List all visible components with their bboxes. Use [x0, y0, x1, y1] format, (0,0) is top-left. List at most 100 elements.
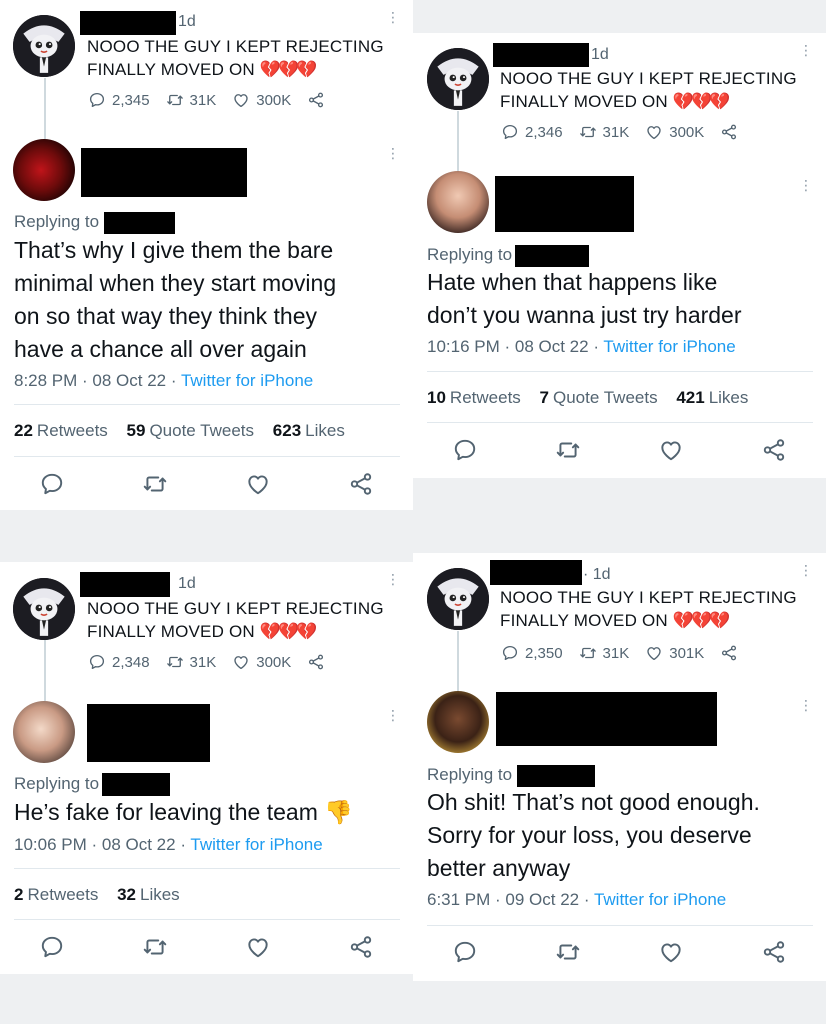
like-button[interactable]: [658, 437, 684, 463]
divider: [14, 456, 400, 457]
original-tweet-text: NOOO THE GUY I KEPT REJECTING FINALLY MO…: [500, 588, 797, 630]
reply-button[interactable]: [452, 939, 478, 965]
source-link[interactable]: Twitter for iPhone: [181, 371, 313, 390]
share-button[interactable]: [761, 939, 787, 965]
heart-icon: [645, 644, 663, 662]
tweet-panel-3: 1d ⋮ NOOO THE GUY I KEPT REJECTING FINAL…: [0, 562, 413, 974]
like-count-button[interactable]: 300K: [232, 91, 291, 109]
redacted-reply-handle: [517, 765, 595, 787]
avatar[interactable]: [13, 578, 75, 640]
replying-to: Replying to: [14, 774, 100, 793]
reply-tweet-text: That’s why I give them the bare minimal …: [14, 237, 337, 362]
action-bar: [452, 939, 787, 965]
action-bar: [39, 934, 374, 960]
reply-count-button[interactable]: 2,348: [88, 653, 150, 671]
retweet-count-button[interactable]: 31K: [579, 644, 629, 662]
more-vertical-icon[interactable]: ⋮: [386, 708, 400, 722]
retweet-button[interactable]: [142, 471, 168, 497]
redacted-display-name: [81, 148, 247, 197]
tweet-stats: 10 Retweets 7 Quote Tweets 421 Likes: [427, 388, 762, 408]
avatar[interactable]: [13, 15, 75, 77]
avatar[interactable]: [427, 171, 489, 233]
time-ago: · 1d: [583, 566, 611, 583]
avatar[interactable]: [13, 701, 75, 763]
retweet-button[interactable]: [555, 939, 581, 965]
quote-tweets-stat[interactable]: 59 Quote Tweets: [127, 421, 255, 440]
share-icon: [720, 123, 738, 141]
retweets-stat[interactable]: 2 Retweets: [14, 885, 98, 904]
speech-bubble-icon: [501, 123, 519, 141]
likes-stat[interactable]: 32 Likes: [117, 885, 180, 904]
more-vertical-icon[interactable]: ⋮: [386, 572, 400, 586]
redacted-reply-handle: [515, 245, 589, 267]
retweet-button[interactable]: [555, 437, 581, 463]
like-button[interactable]: [245, 934, 271, 960]
reply-count-button[interactable]: 2,346: [501, 123, 563, 141]
redacted-username: [493, 43, 589, 67]
share-button[interactable]: [761, 437, 787, 463]
source-link[interactable]: Twitter for iPhone: [594, 890, 726, 909]
avatar[interactable]: [427, 568, 489, 630]
retweet-count-button[interactable]: 31K: [166, 91, 216, 109]
retweets-stat[interactable]: 22 Retweets: [14, 421, 108, 440]
like-count-button[interactable]: 301K: [645, 644, 704, 662]
original-tweet-text: NOOO THE GUY I KEPT REJECTING FINALLY MO…: [87, 599, 384, 641]
like-count-button[interactable]: 300K: [645, 123, 704, 141]
reply-tweet-text: He’s fake for leaving the team 👎: [14, 799, 353, 825]
thread-line: [457, 631, 459, 693]
reply-button[interactable]: [452, 437, 478, 463]
reply-button[interactable]: [39, 471, 65, 497]
more-vertical-icon[interactable]: ⋮: [386, 146, 400, 160]
likes-stat[interactable]: 421 Likes: [676, 388, 748, 407]
avatar[interactable]: [427, 48, 489, 110]
retweet-button[interactable]: [142, 934, 168, 960]
like-button[interactable]: [658, 939, 684, 965]
share-button[interactable]: [720, 123, 744, 141]
reply-count-button[interactable]: 2,345: [88, 91, 150, 109]
avatar[interactable]: [13, 139, 75, 201]
likes-stat[interactable]: 623 Likes: [273, 421, 345, 440]
replying-to: Replying to: [14, 212, 100, 231]
original-metrics: 2,350 31K 301K: [501, 644, 760, 662]
divider: [427, 371, 813, 372]
action-bar: [452, 437, 787, 463]
avatar[interactable]: [427, 691, 489, 753]
thread-line: [44, 640, 46, 702]
original-metrics: 2,346 31K 300K: [501, 123, 760, 141]
quote-tweets-stat[interactable]: 7 Quote Tweets: [540, 388, 658, 407]
share-button[interactable]: [348, 471, 374, 497]
speech-bubble-icon: [88, 91, 106, 109]
share-button[interactable]: [720, 644, 744, 662]
broken-heart-emoji: 💔💔💔: [259, 622, 317, 641]
reply-tweet-text: Oh shit! That’s not good enough. Sorry f…: [427, 789, 760, 881]
original-metrics: 2,348 31K 300K: [88, 653, 347, 671]
more-vertical-icon[interactable]: ⋮: [799, 178, 813, 192]
tweet-timestamp: 6:31 PM · 09 Oct 22 · Twitter for iPhone: [427, 890, 727, 909]
divider: [14, 919, 400, 920]
retweet-icon: [579, 644, 597, 662]
reply-count-button[interactable]: 2,350: [501, 644, 563, 662]
source-link[interactable]: Twitter for iPhone: [603, 337, 735, 356]
share-button[interactable]: [348, 934, 374, 960]
retweet-icon: [166, 91, 184, 109]
retweet-count-button[interactable]: 31K: [166, 653, 216, 671]
redacted-reply-handle: [104, 212, 175, 234]
retweet-count-button[interactable]: 31K: [579, 123, 629, 141]
heart-icon: [232, 91, 250, 109]
retweets-stat[interactable]: 10 Retweets: [427, 388, 521, 407]
like-count-button[interactable]: 300K: [232, 653, 291, 671]
share-button[interactable]: [307, 91, 331, 109]
like-button[interactable]: [245, 471, 271, 497]
more-vertical-icon[interactable]: ⋮: [386, 10, 400, 24]
more-vertical-icon[interactable]: ⋮: [799, 43, 813, 57]
more-vertical-icon[interactable]: ⋮: [799, 698, 813, 712]
retweet-icon: [579, 123, 597, 141]
reply-button[interactable]: [39, 934, 65, 960]
source-link[interactable]: Twitter for iPhone: [190, 835, 322, 854]
share-button[interactable]: [307, 653, 331, 671]
tweet-panel-1: 1d ⋮ NOOO THE GUY I KEPT REJECTING FINAL…: [0, 0, 413, 510]
tweet-panel-4: · 1d ⋮ NOOO THE GUY I KEPT REJECTING FIN…: [413, 553, 826, 981]
heart-icon: [232, 653, 250, 671]
thread-line: [44, 78, 46, 140]
more-vertical-icon[interactable]: ⋮: [799, 563, 813, 577]
